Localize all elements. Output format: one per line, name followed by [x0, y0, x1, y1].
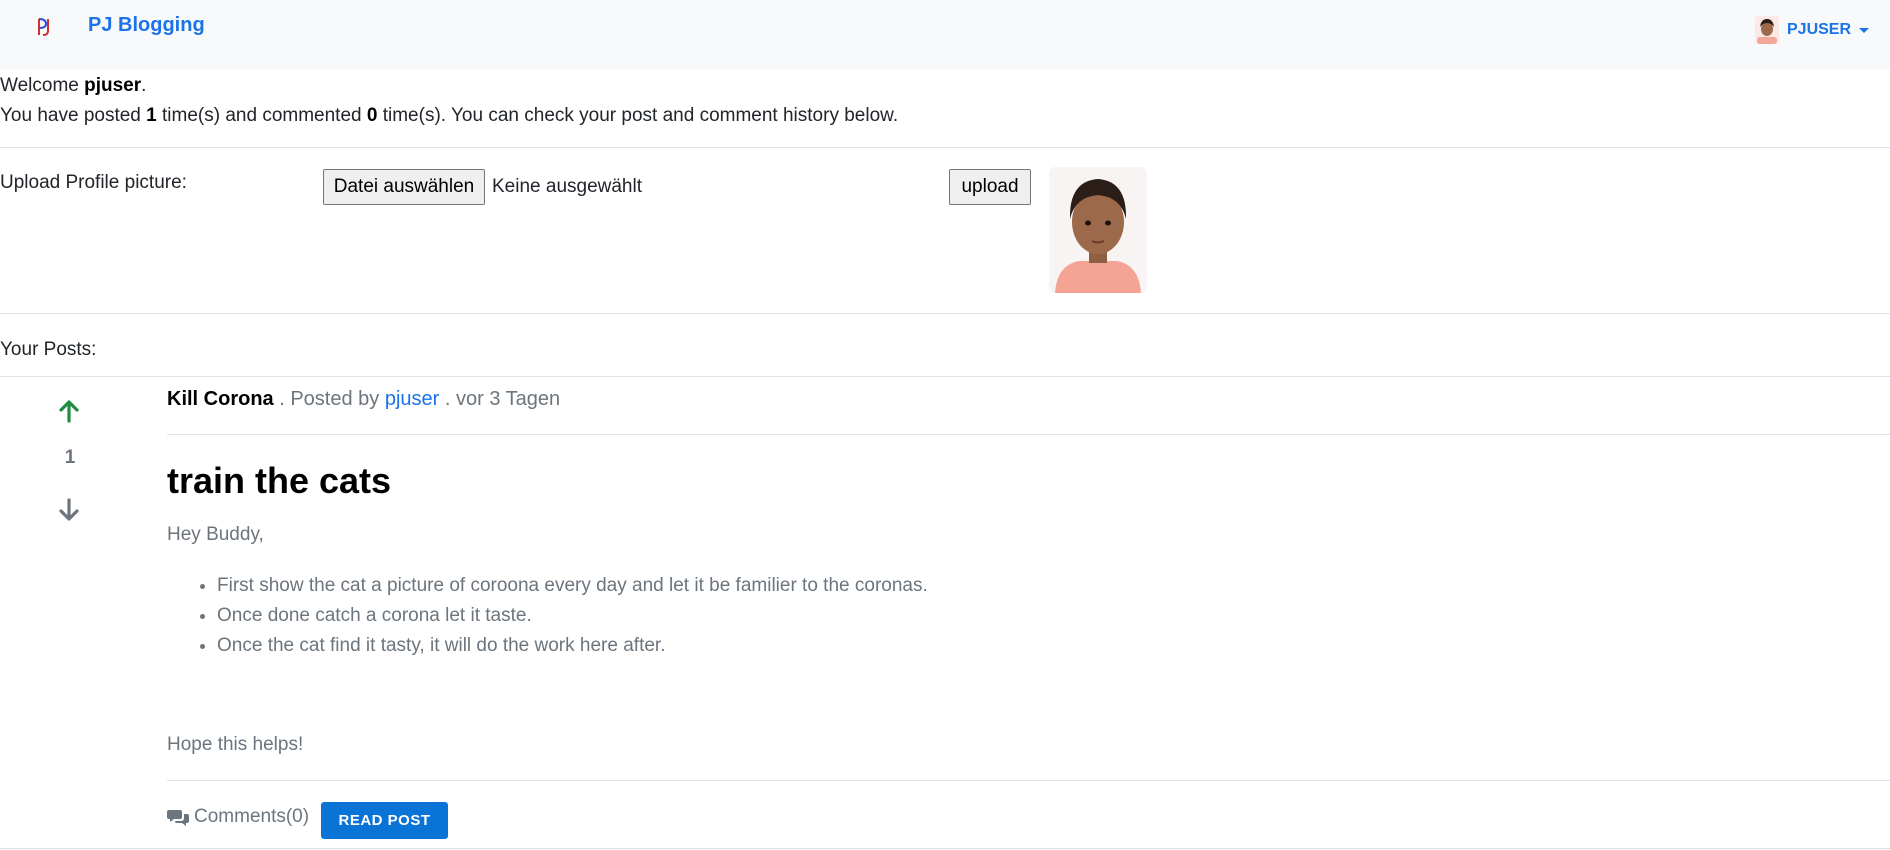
comments-link[interactable]: Comments(0) [167, 806, 309, 828]
vote-count: 1 [64, 447, 76, 468]
divider [0, 313, 1890, 314]
divider [167, 780, 1890, 781]
post-closing: Hope this helps! [167, 734, 304, 755]
your-posts-label: Your Posts: [0, 339, 97, 360]
divider [0, 376, 1890, 377]
upvote-arrow-icon[interactable] [55, 397, 83, 425]
username-label: PJUSER [1787, 21, 1852, 38]
comments-count-label: Comments(0) [194, 806, 310, 827]
read-post-button[interactable]: READ POST [321, 802, 448, 839]
post-author-link[interactable]: pjuser [385, 388, 439, 410]
stats-middle: time(s) and commented [156, 105, 367, 126]
downvote-arrow-icon[interactable] [55, 496, 83, 524]
upload-button[interactable]: upload [949, 169, 1031, 205]
upload-profile-label: Upload Profile picture: [0, 172, 187, 193]
user-menu-dropdown[interactable]: PJUSER [1755, 15, 1870, 45]
top-navbar: PJ Blogging PJUSER [0, 0, 1890, 70]
user-avatar-image [1755, 16, 1779, 44]
post-time: . vor 3 Tagen [439, 388, 561, 410]
welcome-section: Welcome pjuser. You have posted 1 time(s… [0, 71, 898, 131]
welcome-prefix: Welcome [0, 75, 85, 96]
pj-logo-icon[interactable] [33, 16, 55, 38]
stats-prefix: You have posted [0, 105, 147, 126]
post-greeting: Hey Buddy, [167, 524, 264, 545]
comment-count: 0 [366, 105, 378, 126]
profile-picture [1049, 167, 1147, 293]
chevron-down-icon [1859, 27, 1870, 33]
list-item: First show the cat a picture of coroona … [217, 571, 928, 601]
choose-file-button[interactable]: Datei auswählen [323, 169, 485, 205]
divider [167, 434, 1890, 435]
file-status-text: Keine ausgewählt [492, 176, 642, 197]
comments-icon [167, 810, 189, 826]
divider [0, 848, 1890, 849]
post-category[interactable]: Kill Corona [167, 388, 274, 410]
stats-suffix: time(s). You can check your post and com… [377, 105, 899, 126]
welcome-suffix: . [141, 75, 147, 96]
list-item: Once done catch a corona let it taste. [217, 601, 928, 631]
post-count: 1 [146, 105, 157, 126]
brand-name-link[interactable]: PJ Blogging [88, 14, 205, 37]
welcome-line: Welcome pjuser. [0, 71, 898, 101]
divider [0, 147, 1890, 148]
meta-separator: . Posted by [273, 388, 385, 410]
post-title: train the cats [167, 460, 392, 501]
list-item: Once the cat find it tasty, it will do t… [217, 631, 928, 661]
post-bullet-list: First show the cat a picture of coroona … [167, 571, 928, 661]
welcome-username: pjuser [84, 75, 142, 96]
activity-stats-line: You have posted 1 time(s) and commented … [0, 101, 898, 131]
post-meta: Kill Corona . Posted by pjuser . vor 3 T… [167, 388, 560, 411]
